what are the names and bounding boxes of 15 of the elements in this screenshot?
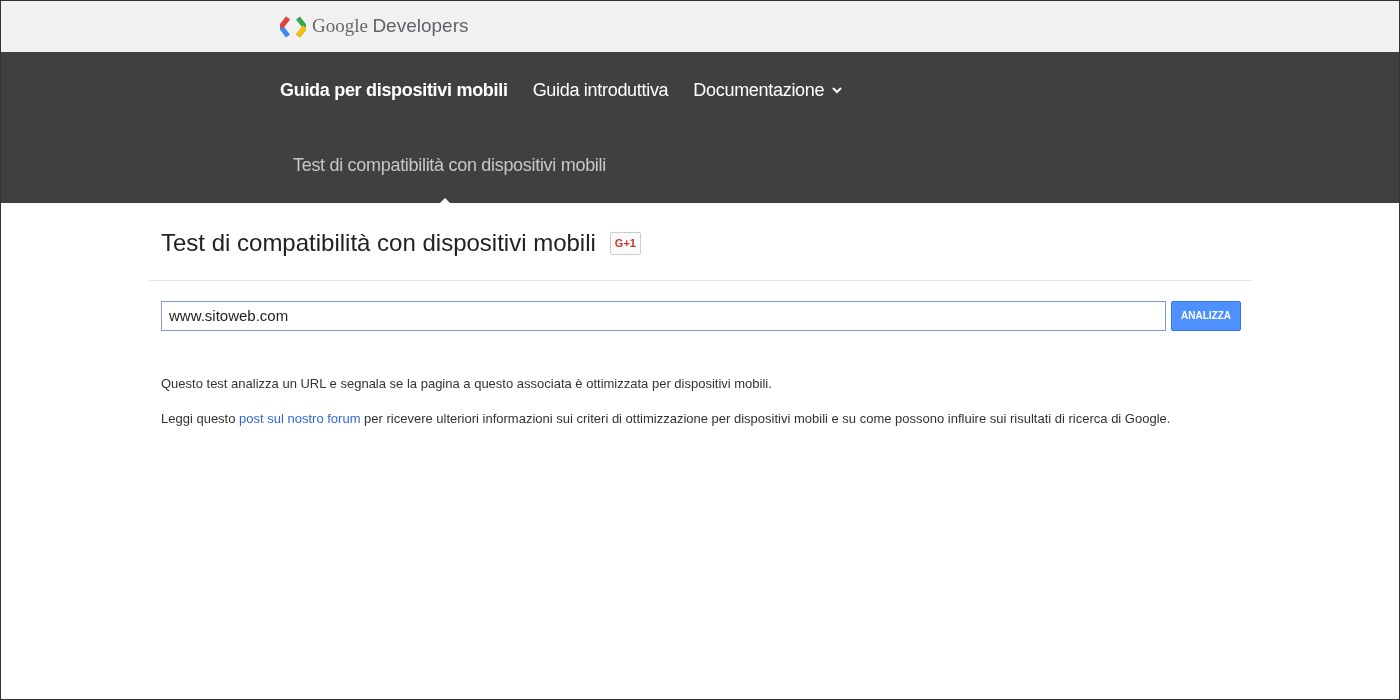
logo-icon [280, 15, 306, 38]
description-text: Questo test analizza un URL e segnala se la pagina a questo associata è ottimizzata per dispositivi mobili. [160, 374, 773, 393]
forum-link[interactable]: post sul nostro forum [239, 410, 361, 426]
subnav-tab[interactable]: Test di compatibilità con dispositivi mobili [293, 128, 606, 203]
nav-tab[interactable]: Guida introduttiva [532, 76, 669, 104]
brand-product: Developers [372, 15, 469, 37]
page-title: Test di compatibilità con dispositivi mobili [161, 229, 596, 258]
brand-name: Google [312, 15, 368, 37]
nav-tab[interactable]: Guida per dispositivi mobili [280, 76, 508, 104]
info-paragraph: Leggi questo post sul nostro forum per ricevere ulteriori informazioni sui criteri di ottimizzazione per dispositivi mobili e su come possono influire sui risultati di ricerca di Google. [160, 409, 1172, 428]
chevron-down-icon [832, 86, 843, 94]
share-button[interactable]: G+1 [609, 232, 641, 255]
url-input-field[interactable]: www.sitoweb.com [161, 300, 1166, 331]
nav-tab[interactable]: Documentazione [693, 76, 843, 104]
selection-pointer-icon [439, 198, 451, 204]
